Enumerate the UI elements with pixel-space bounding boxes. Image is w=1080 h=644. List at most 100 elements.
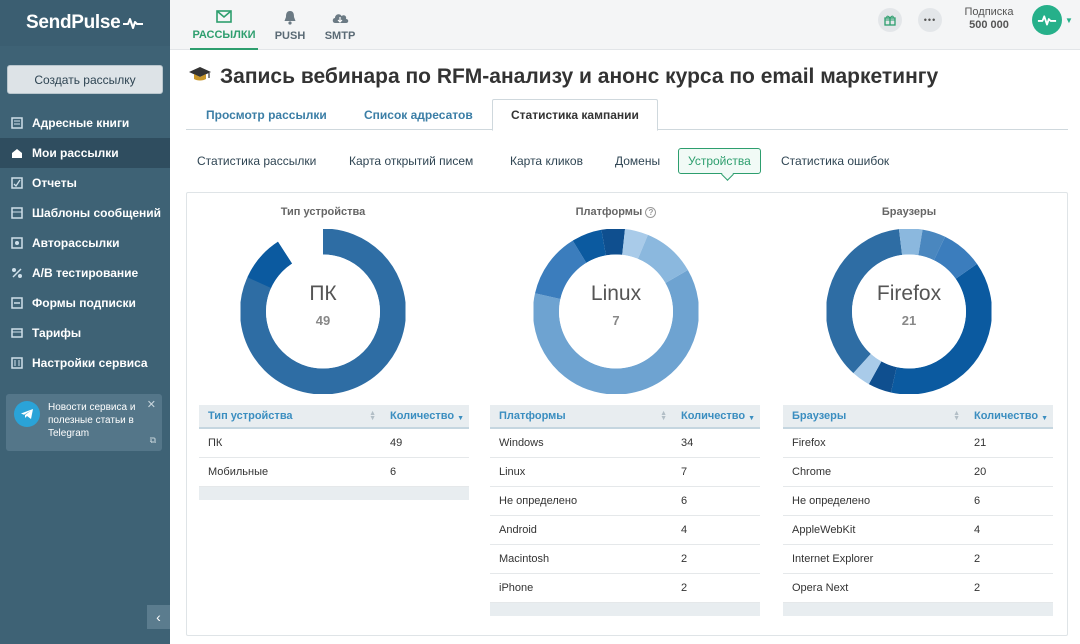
table-row: ПК 49 — [199, 428, 469, 458]
tab-view-campaign[interactable]: Просмотр рассылки — [188, 99, 345, 130]
campaign-tabs: Просмотр рассылки Список адресатов Стати… — [186, 99, 1068, 131]
template-icon — [11, 207, 23, 219]
tab-label: РАССЫЛКИ — [192, 28, 256, 41]
pulse-icon — [123, 18, 144, 29]
sidebar-item-reports[interactable]: Отчеты — [0, 168, 170, 198]
sidebar-item-address-books[interactable]: Адресные книги — [0, 108, 170, 138]
sidebar-item-pricing[interactable]: Тарифы — [0, 318, 170, 348]
sidebar: SendPulse Создать рассылку Адресные книг… — [0, 0, 170, 644]
cell-label: Мобильные — [199, 457, 381, 487]
logo-text: SendPulse — [26, 12, 121, 33]
subtab-devices[interactable]: Устройства — [678, 148, 761, 174]
external-link-icon[interactable]: ⧉ — [150, 435, 156, 446]
email-icon — [216, 8, 232, 26]
platforms-donut[interactable]: Linux 7 — [533, 228, 699, 395]
column-header[interactable]: Платформы ▲ ▼ — [490, 405, 672, 429]
header-label: Платформы — [499, 410, 566, 422]
header-label: Браузеры — [792, 410, 847, 422]
cell-label: Windows — [490, 428, 672, 458]
more-button[interactable]: ••• — [918, 8, 942, 32]
address-book-icon — [11, 117, 23, 129]
cell-label: iPhone — [490, 573, 672, 603]
subtab-error-stats[interactable]: Статистика ошибок — [781, 148, 889, 174]
table-row: Мобильные 6 — [199, 457, 469, 487]
sidebar-item-subscription-forms[interactable]: Формы подписки — [0, 288, 170, 318]
cell-label: Не определено — [490, 486, 672, 516]
column-header[interactable]: Количество ▼ — [672, 405, 760, 429]
table-row: iPhone 2 — [490, 573, 760, 603]
cell-label: Chrome — [783, 457, 965, 487]
top-bar: РАССЫЛКИ PUSH SMTP ••• Подписка 500 000 … — [170, 0, 1080, 50]
form-icon — [11, 297, 23, 309]
tab-smtp[interactable]: SMTP — [320, 0, 360, 50]
question-circle-icon[interactable]: ? — [645, 206, 657, 218]
sidebar-item-settings[interactable]: Настройки сервиса — [0, 348, 170, 378]
cell-count: 21 — [965, 428, 1053, 458]
table-footer — [783, 602, 1053, 616]
gift-button[interactable] — [878, 8, 902, 32]
donut-center-value: 7 — [612, 313, 620, 328]
subscription-info[interactable]: Подписка 500 000 — [956, 6, 1022, 31]
tab-recipients[interactable]: Список адресатов — [346, 99, 491, 130]
donut-center-label: Firefox — [876, 282, 942, 305]
column-header[interactable]: Количество ▼ — [381, 405, 469, 429]
browsers-donut[interactable]: Firefox 21 — [826, 228, 992, 395]
tab-push[interactable]: PUSH — [270, 0, 310, 50]
cell-label: AppleWebKit — [783, 515, 965, 545]
telegram-promo[interactable]: Новости сервиса и полезные статьи в Tele… — [6, 394, 162, 451]
chart-title: Платформы ? — [480, 206, 752, 218]
sidebar-item-label: A/B тестирование — [32, 266, 139, 280]
close-icon[interactable]: ✕ — [147, 398, 156, 411]
collapse-sidebar-button[interactable]: ‹ — [147, 605, 170, 629]
sort-desc-icon[interactable]: ▼ — [1041, 411, 1048, 422]
cell-count: 6 — [965, 486, 1053, 516]
cell-count: 34 — [672, 428, 760, 458]
cell-label: Не определено — [783, 486, 965, 516]
sort-icon[interactable]: ▲ ▼ — [369, 410, 376, 422]
pulse-icon — [1037, 15, 1057, 26]
column-header[interactable]: Браузеры ▲ ▼ — [783, 405, 965, 429]
sort-icon[interactable]: ▲ ▼ — [953, 410, 960, 422]
sidebar-item-templates[interactable]: Шаблоны сообщений — [0, 198, 170, 228]
ab-test-icon — [11, 267, 23, 279]
donut-center: Linux 7 — [534, 229, 699, 394]
devices-panel: Тип устройства ПК 49 Тип устройства ▲ ▼ Ко… — [186, 192, 1068, 636]
sidebar-item-label: Тарифы — [32, 326, 82, 340]
avatar[interactable] — [1032, 5, 1062, 35]
column-header[interactable]: Количество ▼ — [965, 405, 1053, 429]
subtab-click-map[interactable]: Карта кликов — [510, 148, 583, 174]
sidebar-item-label: Отчеты — [32, 176, 77, 190]
chart-title-text: Платформы — [575, 206, 643, 218]
sort-desc-icon[interactable]: ▼ — [748, 411, 755, 422]
tab-campaigns[interactable]: РАССЫЛКИ — [190, 0, 258, 50]
device-type-donut[interactable]: ПК 49 — [240, 228, 406, 395]
column-header[interactable]: Тип устройства ▲ ▼ — [199, 405, 381, 429]
donut-center-label: Linux — [590, 282, 642, 305]
table-row: Linux 7 — [490, 457, 760, 487]
cell-label: Android — [490, 515, 672, 545]
sort-desc-icon[interactable]: ▼ — [457, 411, 464, 422]
cell-count: 6 — [672, 486, 760, 516]
sidebar-item-autoresponders[interactable]: Авторассылки — [0, 228, 170, 258]
logo[interactable]: SendPulse — [0, 0, 170, 46]
sidebar-item-label: Шаблоны сообщений — [32, 206, 162, 220]
sidebar-item-label: Мои рассылки — [32, 146, 119, 160]
cell-label: Internet Explorer — [783, 544, 965, 574]
donut-center-value: 49 — [315, 313, 331, 328]
sidebar-item-ab-testing[interactable]: A/B тестирование — [0, 258, 170, 288]
chevron-down-icon[interactable]: ▼ — [1065, 16, 1073, 25]
sort-icon[interactable]: ▲ ▼ — [660, 410, 667, 422]
subtab-open-map[interactable]: Карта открытий писем — [349, 148, 473, 174]
tab-campaign-stats[interactable]: Статистика кампании — [492, 99, 658, 131]
create-campaign-button[interactable]: Создать рассылку — [7, 65, 163, 94]
subtab-send-stats[interactable]: Статистика рассылки — [197, 148, 316, 174]
chevron-left-icon: ‹ — [156, 609, 161, 625]
subtab-domains[interactable]: Домены — [615, 148, 660, 174]
bell-icon — [283, 9, 297, 27]
sidebar-item-my-campaigns[interactable]: Мои рассылки — [0, 138, 170, 168]
cell-label: Firefox — [783, 428, 965, 458]
cell-count: 49 — [381, 428, 469, 458]
cell-count: 2 — [672, 573, 760, 603]
donut-center: Firefox 21 — [827, 229, 992, 394]
cell-label: Macintosh — [490, 544, 672, 574]
